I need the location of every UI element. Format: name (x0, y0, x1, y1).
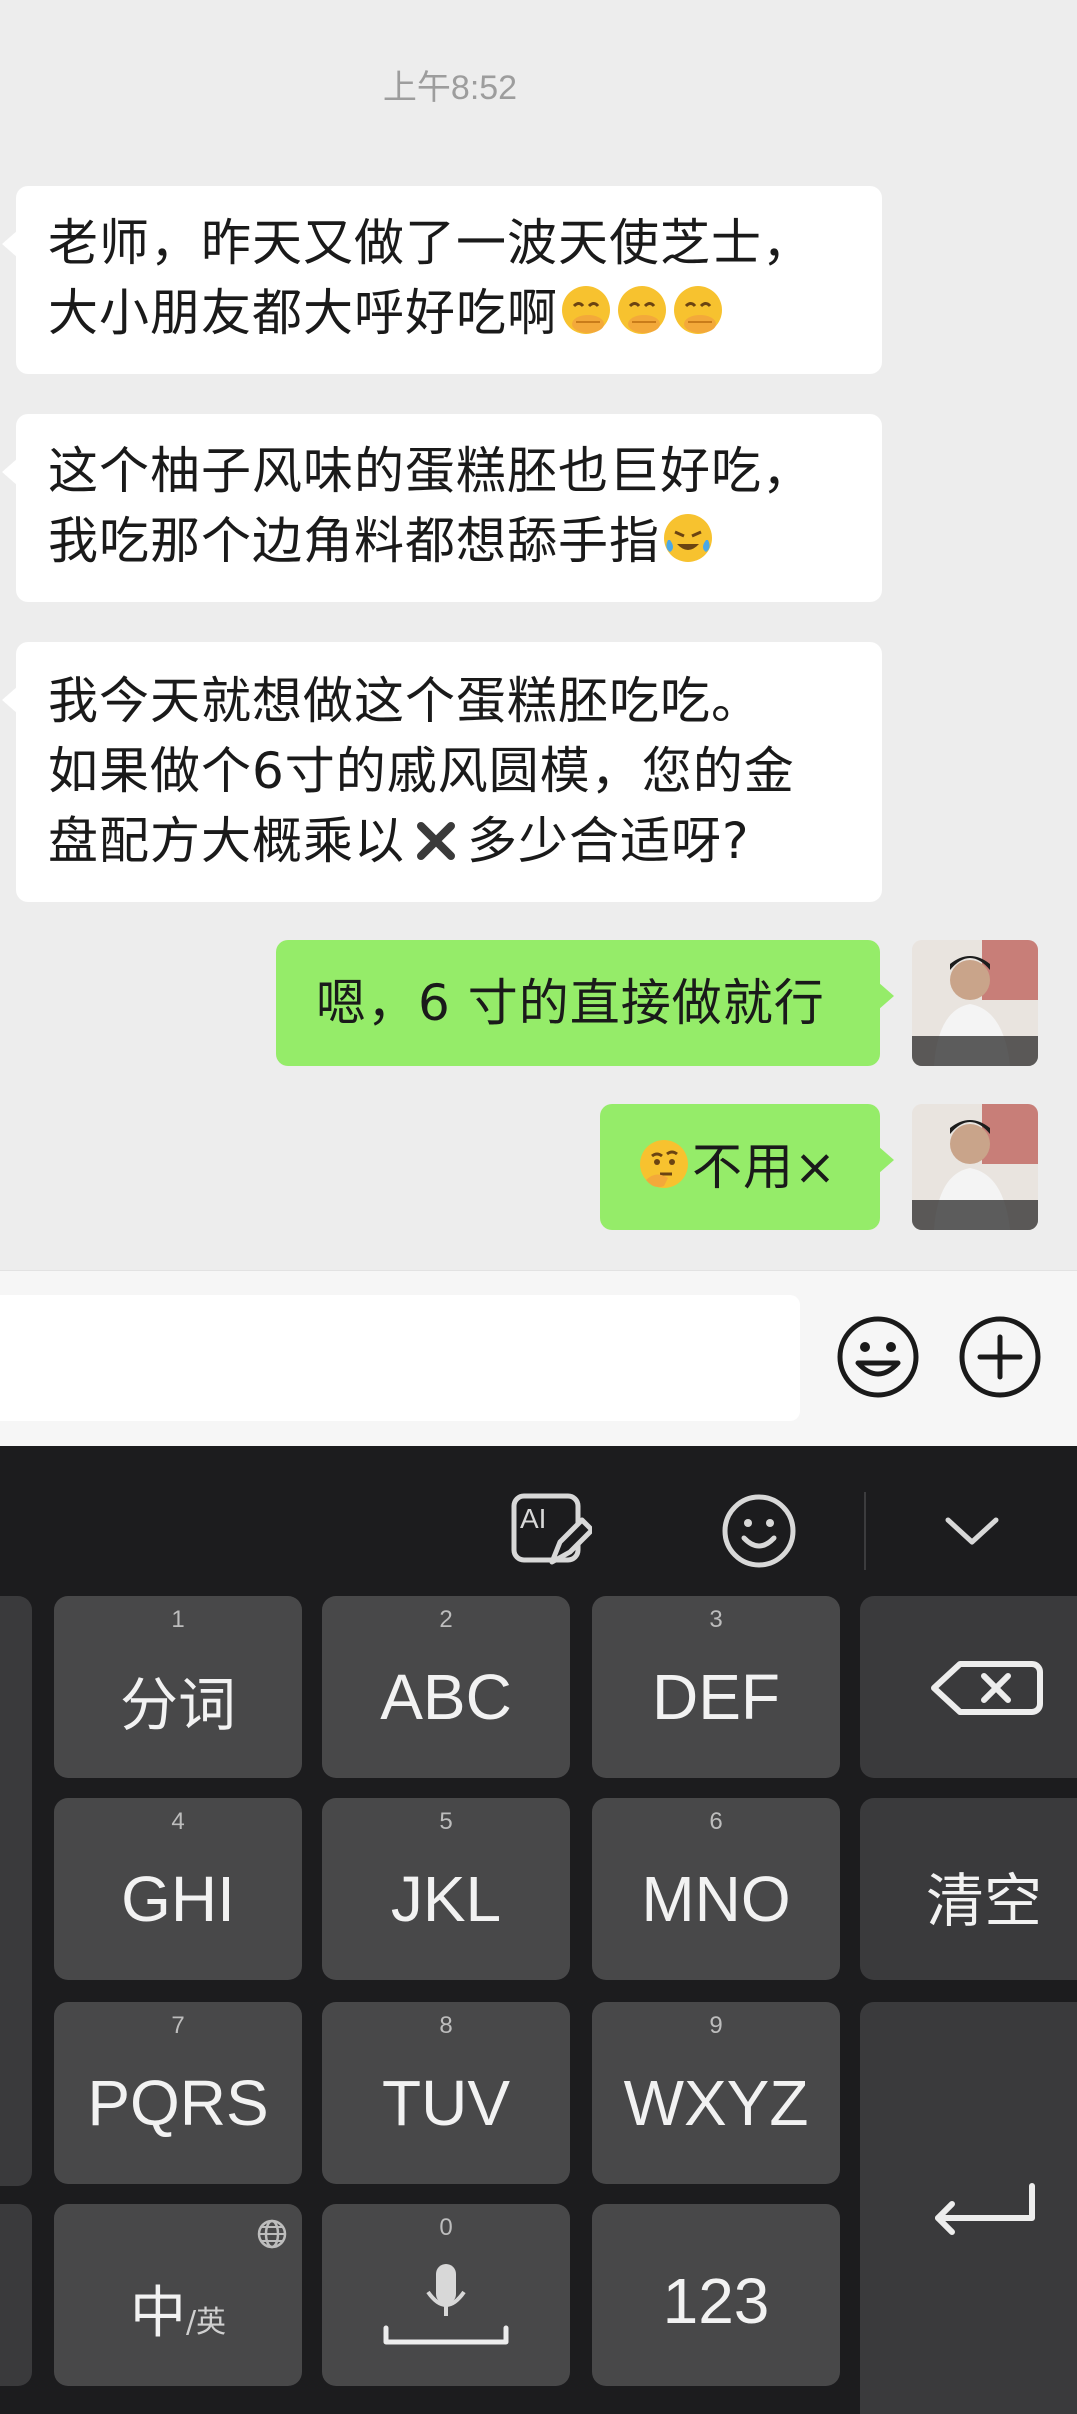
message-text: 嗯，6 寸的直接做就行 (316, 974, 825, 1032)
key-9[interactable]: 9 WXYZ (592, 2002, 840, 2184)
key-label: DEF (652, 1661, 780, 1733)
key-label: 分词 (119, 1671, 236, 1739)
laughing-hand-over-mouth-emoji (674, 286, 722, 334)
globe-icon (257, 2219, 287, 2249)
avatar[interactable] (912, 1104, 1038, 1230)
multiply-sign-icon (417, 822, 455, 860)
key-8[interactable]: 8 TUV (322, 2002, 570, 2184)
message-text: 多少合适呀? (467, 812, 750, 870)
key-label: ABC (380, 1661, 512, 1733)
enter-icon (935, 2183, 1035, 2235)
emoji-keyboard-icon[interactable] (718, 1490, 800, 1572)
key-2[interactable]: 2 ABC (322, 1596, 570, 1778)
chat-area: 上午8:52 老师，昨天又做了一波天使芝士， 大小朋友都大呼好吃啊 这个柚子风味… (0, 0, 1077, 1270)
avatar[interactable] (912, 940, 1038, 1066)
keyboard-side-panel[interactable] (0, 2204, 32, 2386)
backspace-key[interactable] (860, 1596, 1077, 1778)
key-label: JKL (390, 1863, 502, 1935)
key-1[interactable]: 1 分词 (54, 1596, 302, 1778)
key-number: 7 (171, 2012, 185, 2039)
message-input[interactable] (0, 1295, 800, 1421)
chevron-down-icon[interactable] (942, 1506, 1002, 1556)
toolbar-divider (864, 1492, 866, 1570)
key-label: WXYZ (623, 2067, 809, 2139)
chat-input-bar (0, 1270, 1077, 1447)
avatar-photo (912, 940, 1038, 1066)
key-7[interactable]: 7 PQRS (54, 2002, 302, 2184)
laughing-hand-over-mouth-emoji (562, 286, 610, 334)
laughing-hand-over-mouth-emoji (618, 286, 666, 334)
key-number: 5 (439, 1808, 453, 1835)
message-text: 不用× (692, 1138, 837, 1196)
key-label: 清空 (925, 1867, 1042, 1935)
key-number: 8 (439, 2012, 453, 2039)
microphone-icon (383, 2264, 509, 2345)
key-number: 4 (171, 1808, 185, 1835)
keyboard: AI 1 分词 2 ABC 3 DEF 4 GHI 5 JKL 6 MNO 清空… (0, 1446, 1077, 2414)
language-switch-key[interactable]: 中/英 (54, 2204, 302, 2386)
key-4[interactable]: 4 GHI (54, 1798, 302, 1980)
key-label: GHI (121, 1863, 235, 1935)
key-label: MNO (641, 1863, 791, 1935)
key-3[interactable]: 3 DEF (592, 1596, 840, 1778)
message-text: 老师，昨天又做了一波天使芝士， (48, 214, 813, 272)
message-text: 这个柚子风味的蛋糕胚也巨好吃， (48, 442, 813, 500)
key-number: 1 (171, 1606, 185, 1633)
enter-key[interactable] (860, 2002, 1077, 2414)
message-timestamp: 上午8:52 (382, 69, 518, 107)
key-number: 0 (439, 2214, 453, 2241)
clear-key[interactable]: 清空 (860, 1798, 1077, 1980)
key-5[interactable]: 5 JKL (322, 1798, 570, 1980)
message-bubble-received[interactable]: 这个柚子风味的蛋糕胚也巨好吃， 我吃那个边角料都想舔手指 (2, 414, 882, 602)
message-text: 如果做个6寸的戚风圆模，您的金 (48, 742, 795, 800)
lang-main-label: 中 (129, 2281, 186, 2346)
emoji-button-icon[interactable] (830, 1309, 926, 1405)
message-bubble-sent[interactable]: 嗯，6 寸的直接做就行 (276, 940, 894, 1066)
svg-text:AI: AI (520, 1503, 546, 1534)
key-number: 3 (709, 1606, 723, 1633)
message-text: 盘配方大概乘以 (48, 812, 405, 870)
plus-button-icon[interactable] (952, 1309, 1048, 1405)
lang-sub-label: /英 (185, 2305, 227, 2340)
key-number: 9 (709, 2012, 723, 2039)
key-number: 2 (439, 1606, 453, 1633)
message-text: 我吃那个边角料都想舔手指 (48, 512, 660, 570)
message-text: 大小朋友都大呼好吃啊 (48, 284, 558, 342)
avatar-photo (912, 1104, 1038, 1230)
key-number: 6 (709, 1808, 723, 1835)
key-label: 123 (662, 2265, 770, 2337)
keyboard-side-panel[interactable] (0, 1596, 32, 2186)
key-label: PQRS (87, 2067, 269, 2139)
crying-laughing-emoji (664, 514, 712, 562)
message-bubble-received[interactable]: 老师，昨天又做了一波天使芝士， 大小朋友都大呼好吃啊 (2, 186, 882, 374)
number-mode-key[interactable]: 123 (592, 2204, 840, 2386)
message-bubble-sent[interactable]: 不用× (600, 1104, 894, 1230)
message-text: 我今天就想做这个蛋糕胚吃吃。 (48, 672, 762, 730)
ai-writing-icon[interactable]: AI (508, 1488, 592, 1572)
backspace-icon (931, 1661, 1043, 1715)
message-bubble-received[interactable]: 我今天就想做这个蛋糕胚吃吃。 如果做个6寸的戚风圆模，您的金 盘配方大概乘以 多少… (2, 642, 882, 902)
key-label: TUV (382, 2067, 510, 2139)
thinking-emoji (640, 1140, 688, 1188)
space-key[interactable]: 0 (322, 2204, 570, 2386)
key-6[interactable]: 6 MNO (592, 1798, 840, 1980)
